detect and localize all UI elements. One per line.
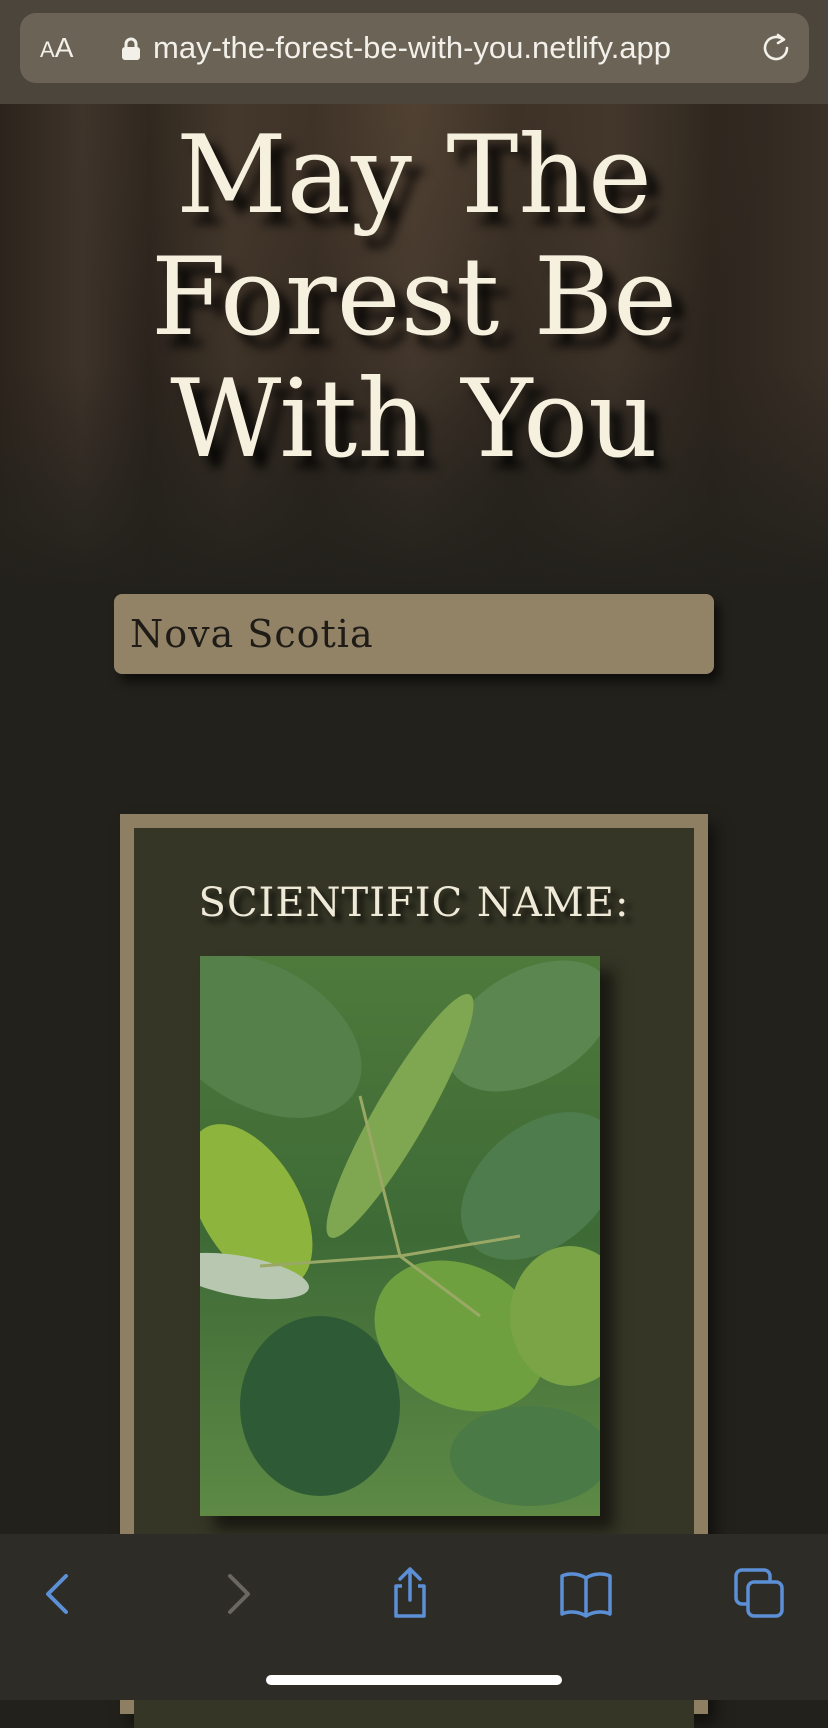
- address-bar[interactable]: AA may-the-forest-be-with-you.netlify.ap…: [20, 13, 809, 83]
- page-title: May The Forest Be With You: [0, 115, 828, 481]
- leaf-illustration: [200, 956, 600, 1516]
- title-line: With You: [170, 357, 658, 482]
- lock-icon: [122, 37, 140, 60]
- browser-bottom-toolbar: [0, 1534, 828, 1700]
- url-text[interactable]: may-the-forest-be-with-you.netlify.app: [153, 27, 743, 69]
- reload-icon[interactable]: [758, 30, 794, 66]
- forward-icon[interactable]: [206, 1564, 266, 1624]
- browser-top-bar: AA may-the-forest-be-with-you.netlify.ap…: [0, 0, 828, 104]
- leaf-photo: [200, 956, 600, 1516]
- scientific-name-label: SCIENTIFIC NAME:: [198, 880, 630, 926]
- title-line: May The: [176, 113, 652, 238]
- share-icon[interactable]: [380, 1564, 440, 1624]
- home-indicator: [266, 1675, 562, 1685]
- back-icon[interactable]: [30, 1564, 90, 1624]
- text-size-button[interactable]: AA: [40, 27, 73, 69]
- bookmarks-icon[interactable]: [556, 1564, 616, 1624]
- tabs-icon[interactable]: [730, 1564, 790, 1624]
- title-line: Forest Be: [150, 235, 678, 360]
- region-select[interactable]: Nova Scotia: [114, 594, 714, 674]
